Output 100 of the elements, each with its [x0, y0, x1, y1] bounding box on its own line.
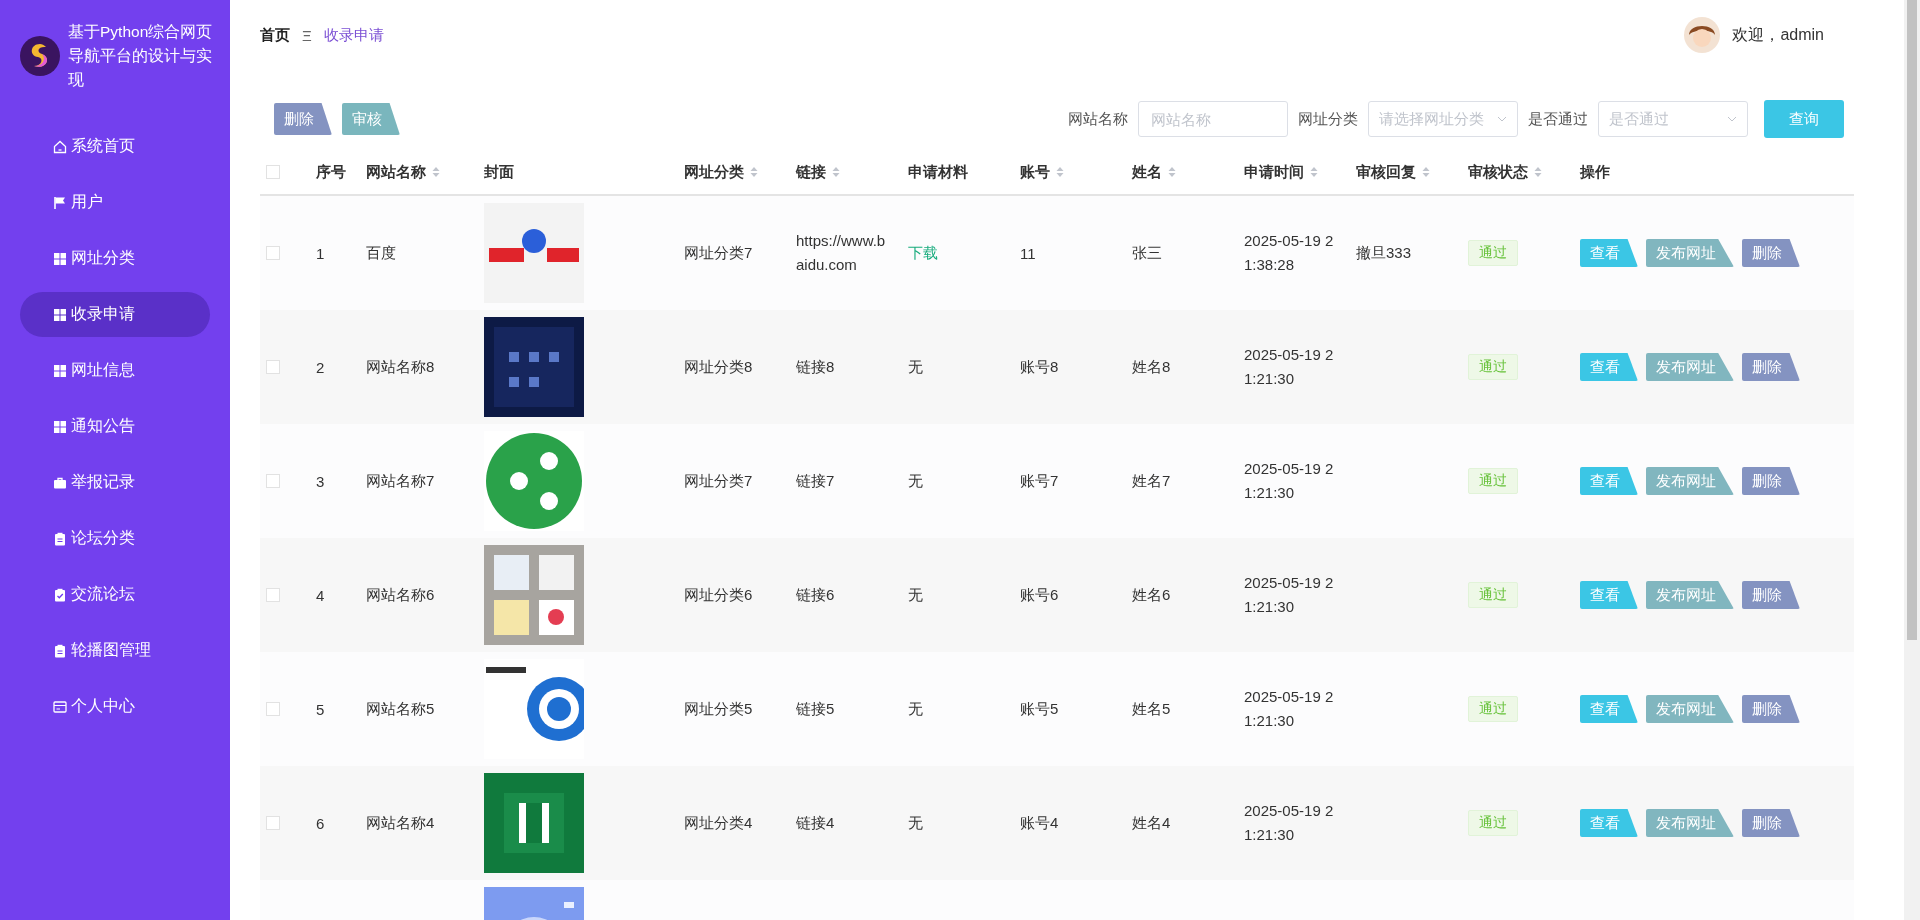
- menu-item[interactable]: 轮播图管理: [20, 628, 210, 673]
- sort-icon[interactable]: [432, 166, 440, 178]
- grid-icon: [53, 363, 67, 378]
- table-cell: 姓名8: [1132, 357, 1171, 377]
- table-cell: 无: [908, 813, 923, 833]
- chevron-down-icon: [1727, 116, 1737, 122]
- table-cell: 无: [908, 585, 923, 605]
- checkbox[interactable]: [266, 246, 280, 260]
- select-field[interactable]: 请选择网址分类: [1368, 101, 1518, 137]
- menu-item[interactable]: 系统首页: [20, 124, 210, 169]
- welcome-text: 欢迎，admin: [1732, 24, 1824, 45]
- column-header[interactable]: 姓名: [1132, 162, 1176, 182]
- clipboard-check-icon: [53, 587, 67, 602]
- view-button[interactable]: 查看: [1580, 581, 1638, 609]
- table-cell: 账号7: [1020, 471, 1059, 491]
- briefcase-icon: [53, 475, 67, 490]
- id-card-icon: [53, 699, 67, 714]
- checkbox[interactable]: [266, 165, 280, 179]
- table-cell-text: https://www.baidu.com: [796, 231, 886, 275]
- table-cell: 账号4: [1020, 813, 1059, 833]
- chevron-down-icon: [1497, 116, 1507, 122]
- checkbox[interactable]: [266, 702, 280, 716]
- checkbox[interactable]: [266, 816, 280, 830]
- view-button[interactable]: 查看: [1580, 239, 1638, 267]
- status-tag: 通过: [1468, 468, 1518, 494]
- breadcrumb-home[interactable]: 首页: [260, 25, 290, 45]
- column-header[interactable]: 审核回复: [1356, 162, 1430, 182]
- table-cell-text: 2025-05-19 21:21:30: [1244, 345, 1335, 389]
- table-cell: 百度: [366, 243, 396, 263]
- select-field[interactable]: 是否通过: [1598, 101, 1748, 137]
- table-cell-text: 2025-05-19 21:21:30: [1244, 687, 1335, 731]
- view-button[interactable]: 查看: [1580, 695, 1638, 723]
- menu-item[interactable]: 交流论坛: [20, 572, 210, 617]
- table-cell: 姓名7: [1132, 471, 1171, 491]
- sort-icon[interactable]: [832, 166, 840, 178]
- menu-item[interactable]: 网址信息: [20, 348, 210, 393]
- view-button[interactable]: 查看: [1580, 353, 1638, 381]
- publish-button[interactable]: 发布网址: [1646, 809, 1734, 837]
- menu-item[interactable]: 通知公告: [20, 404, 210, 449]
- download-link[interactable]: 下载: [908, 243, 938, 263]
- table-cell: 账号5: [1020, 699, 1059, 719]
- column-header[interactable]: 账号: [1020, 162, 1064, 182]
- table-cell: 无: [908, 357, 923, 377]
- menu-item[interactable]: 收录申请: [20, 292, 210, 337]
- menu-item[interactable]: 网址分类: [20, 236, 210, 281]
- menu-item[interactable]: 论坛分类: [20, 516, 210, 561]
- checkbox[interactable]: [266, 360, 280, 374]
- delete-button[interactable]: 删除: [274, 103, 332, 135]
- table-cell: 2: [316, 358, 325, 376]
- sort-icon[interactable]: [750, 166, 758, 178]
- column-header[interactable]: 审核状态: [1468, 162, 1542, 182]
- publish-button[interactable]: 发布网址: [1646, 239, 1734, 267]
- sort-icon[interactable]: [1310, 166, 1318, 178]
- column-header[interactable]: 链接: [796, 162, 840, 182]
- column-header: 操作: [1580, 162, 1610, 182]
- menu-item[interactable]: 用户: [20, 180, 210, 225]
- table-cell: 账号8: [1020, 357, 1059, 377]
- menu-item[interactable]: 举报记录: [20, 460, 210, 505]
- status-tag: 通过: [1468, 696, 1518, 722]
- sort-icon[interactable]: [1422, 166, 1430, 178]
- table-cell-text: 2025-05-19 21:21:30: [1244, 801, 1335, 845]
- delete-button[interactable]: 删除: [1742, 467, 1800, 495]
- breadcrumb-current: 收录申请: [323, 25, 384, 45]
- review-button[interactable]: 审核: [342, 103, 400, 135]
- clipboard-icon: [53, 643, 67, 658]
- scrollbar[interactable]: [1904, 0, 1920, 920]
- table-cell-text: 链接6: [796, 585, 835, 605]
- table-cell: 网站名称4: [366, 813, 435, 833]
- search-button[interactable]: 查询: [1764, 100, 1844, 138]
- sort-icon[interactable]: [1534, 166, 1542, 178]
- delete-button[interactable]: 删除: [1742, 695, 1800, 723]
- column-header: 申请材料: [908, 162, 968, 182]
- column-header[interactable]: 网站名称: [366, 162, 440, 182]
- status-tag: 通过: [1468, 354, 1518, 380]
- checkbox[interactable]: [266, 588, 280, 602]
- publish-button[interactable]: 发布网址: [1646, 581, 1734, 609]
- view-button[interactable]: 查看: [1580, 809, 1638, 837]
- home-icon: [53, 139, 67, 154]
- status-tag: 通过: [1468, 582, 1518, 608]
- table-cell: 网站名称6: [366, 585, 435, 605]
- delete-button[interactable]: 删除: [1742, 353, 1800, 381]
- delete-button[interactable]: 删除: [1742, 239, 1800, 267]
- table-cell: 网址分类5: [684, 699, 753, 719]
- table-cell-text: 链接7: [796, 471, 835, 491]
- search-field[interactable]: 网站名称: [1138, 101, 1288, 137]
- publish-button[interactable]: 发布网址: [1646, 467, 1734, 495]
- checkbox[interactable]: [266, 474, 280, 488]
- column-header[interactable]: 申请时间: [1244, 162, 1318, 182]
- view-button[interactable]: 查看: [1580, 467, 1638, 495]
- delete-button[interactable]: 删除: [1742, 809, 1800, 837]
- sort-icon[interactable]: [1056, 166, 1064, 178]
- sort-icon[interactable]: [1168, 166, 1176, 178]
- column-header[interactable]: 网址分类: [684, 162, 758, 182]
- publish-button[interactable]: 发布网址: [1646, 353, 1734, 381]
- table-cell: 3: [316, 472, 325, 490]
- publish-button[interactable]: 发布网址: [1646, 695, 1734, 723]
- delete-button[interactable]: 删除: [1742, 581, 1800, 609]
- table-cell: 姓名5: [1132, 699, 1171, 719]
- menu-item[interactable]: 个人中心: [20, 684, 210, 729]
- grid-icon: [53, 307, 67, 322]
